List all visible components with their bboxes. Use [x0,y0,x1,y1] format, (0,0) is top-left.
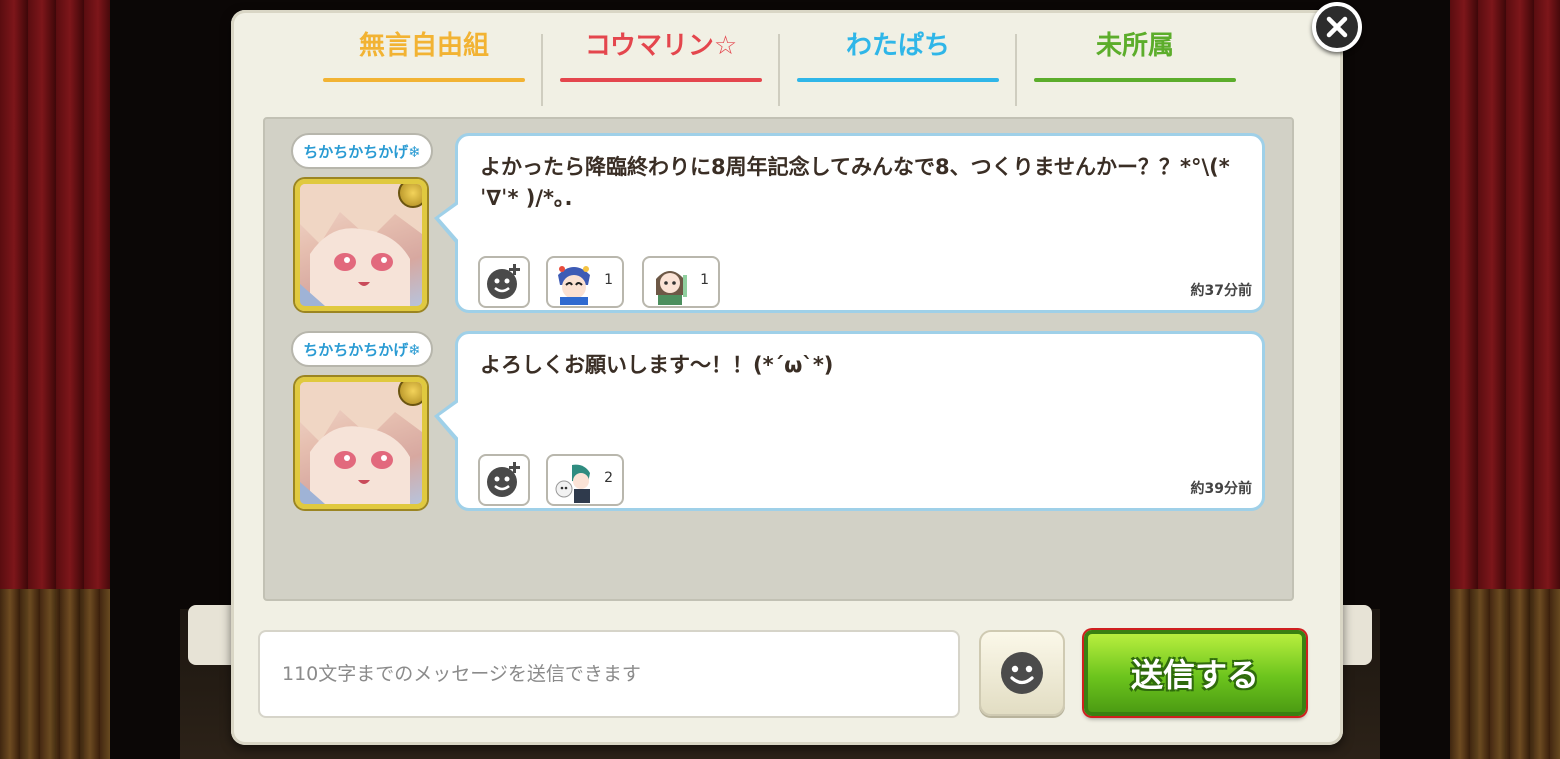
curtain-fringe [1450,589,1560,759]
message-bubble: よかったら降臨終わりに8周年記念してみんなで8、つくりませんかー？？*°\(*ˈ… [434,133,1265,313]
message-bubble: よろしくお願いします～！！(*´ω`*) 2 約39分前 [434,331,1265,511]
left-curtain [0,0,110,759]
tab-unaffiliated[interactable]: 未所属 [1034,28,1236,84]
bubble-tail [439,203,460,242]
add-reaction-icon [487,462,520,497]
send-button-label: 送信する [1130,656,1259,694]
message-timestamp: 約37分前 [1190,283,1252,299]
message-text: よかったら降臨終わりに8周年記念してみんなで8、つくりませんかー？？*°\(*ˈ… [480,155,1230,210]
reaction-count: 1 [700,272,709,288]
tab-label: わたぱち [845,31,950,61]
add-reaction-button[interactable] [478,256,530,308]
rank-medal-icon [398,184,422,208]
message-input[interactable] [258,630,960,718]
tab-label: 未所属 [1095,31,1174,61]
send-button[interactable]: 送信する [1084,630,1306,716]
add-reaction-button[interactable] [478,454,530,506]
chat-message: ちかちかちかげ❄ よろしくお願いします～！！(*´ω`*) 2 約39分前 [291,331,1271,516]
rank-medal-icon [398,382,422,406]
reaction-stamp[interactable]: 1 [642,256,720,308]
message-list[interactable]: ちかちかちかげ❄ よかったら降臨終わりに8周年記念してみんなで8、つくりませんか… [263,117,1294,601]
message-text: よろしくお願いします～！！(*´ω`*) [480,353,834,377]
bubble-tail [439,401,460,440]
chat-message: ちかちかちかげ❄ よかったら降臨終わりに8周年記念してみんなで8、つくりませんか… [291,133,1271,318]
tab-underline [323,78,525,82]
sender-name-badge[interactable]: ちかちかちかげ❄ [291,331,433,367]
sender-avatar[interactable] [295,179,427,311]
sender-avatar[interactable] [295,377,427,509]
stamp-character-icon [552,459,596,503]
tab-divider [541,34,543,106]
reaction-stamp[interactable]: 2 [546,454,624,506]
curtain-fringe [0,589,110,759]
tab-divider [778,34,780,106]
stamp-character-icon [552,261,596,305]
tab-guild-1[interactable]: 無言自由組 [323,28,525,84]
tab-guild-3[interactable]: わたぱち [797,28,999,84]
stamp-face-icon [1001,652,1043,694]
reaction-stamp[interactable]: 1 [546,256,624,308]
guild-chat-dialog: 無言自由組 コウマリン☆ わたぱち 未所属 ちかちかちかげ❄ よかったら降臨終わ… [231,10,1343,745]
stamp-button[interactable] [979,630,1065,716]
tab-underline [1034,78,1236,82]
close-button[interactable] [1312,2,1362,52]
tab-label: 無言自由組 [358,31,489,61]
close-icon [1326,16,1348,38]
right-curtain [1450,0,1560,759]
tab-guild-2[interactable]: コウマリン☆ [560,28,762,84]
add-reaction-icon [487,264,520,299]
stamp-character-icon [648,261,692,305]
guild-tabs: 無言自由組 コウマリン☆ わたぱち 未所属 [321,28,1241,118]
reaction-count: 1 [604,272,613,288]
message-timestamp: 約39分前 [1190,481,1252,497]
reaction-count: 2 [604,470,613,486]
tab-underline [797,78,999,82]
tab-divider [1015,34,1017,106]
tab-label: コウマリン☆ [584,31,738,61]
sender-name-badge[interactable]: ちかちかちかげ❄ [291,133,433,169]
tab-underline [560,78,762,82]
